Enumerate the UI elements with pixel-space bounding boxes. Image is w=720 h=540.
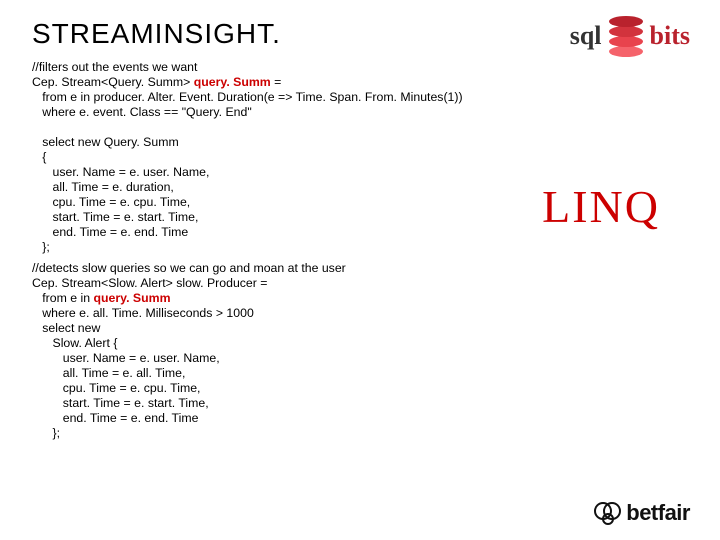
code-keyword: query. Summ [194, 75, 271, 89]
code-line: all. Time = e. duration, [32, 180, 174, 194]
code-line: where e. event. Class == "Query. End" [32, 105, 252, 119]
code-line: from e in [32, 291, 94, 305]
betfair-logo-text: betfair [626, 500, 690, 526]
code-block-2: //detects slow queries so we can go and … [32, 261, 688, 441]
sqlbits-logo-sql: sql [570, 21, 602, 51]
code-line: Cep. Stream<Slow. Alert> slow. Producer … [32, 276, 267, 290]
database-icon [609, 16, 643, 56]
sqlbits-logo: sql bits [570, 16, 690, 56]
code-line: select new Query. Summ [32, 135, 179, 149]
betfair-logo: betfair [594, 500, 690, 526]
code-line: }; [32, 426, 60, 440]
sqlbits-logo-bits: bits [650, 21, 690, 51]
code-line: = [271, 75, 282, 89]
code-line: user. Name = e. user. Name, [32, 351, 220, 365]
code-line: user. Name = e. user. Name, [32, 165, 209, 179]
code-keyword: query. Summ [94, 291, 171, 305]
code-line: cpu. Time = e. cpu. Time, [32, 381, 200, 395]
code-line: end. Time = e. end. Time [32, 411, 198, 425]
code-line: Cep. Stream<Query. Summ> [32, 75, 194, 89]
code-line: all. Time = e. all. Time, [32, 366, 185, 380]
linq-label: LINQ [542, 180, 660, 233]
code-line: cpu. Time = e. cpu. Time, [32, 195, 190, 209]
code-line: from e in producer. Alter. Event. Durati… [32, 90, 463, 104]
code-line: //detects slow queries so we can go and … [32, 261, 346, 275]
code-line: where e. all. Time. Milliseconds > 1000 [32, 306, 254, 320]
betfair-icon [594, 502, 620, 524]
code-line: Slow. Alert { [32, 336, 117, 350]
slide: STREAMINSIGHT. sql bits //filters out th… [0, 0, 720, 540]
code-line: start. Time = e. start. Time, [32, 210, 198, 224]
code-line: //filters out the events we want [32, 60, 197, 74]
code-line: start. Time = e. start. Time, [32, 396, 209, 410]
code-line: }; [32, 240, 50, 254]
code-line: { [32, 150, 46, 164]
code-line: select new [32, 321, 100, 335]
code-line: end. Time = e. end. Time [32, 225, 188, 239]
